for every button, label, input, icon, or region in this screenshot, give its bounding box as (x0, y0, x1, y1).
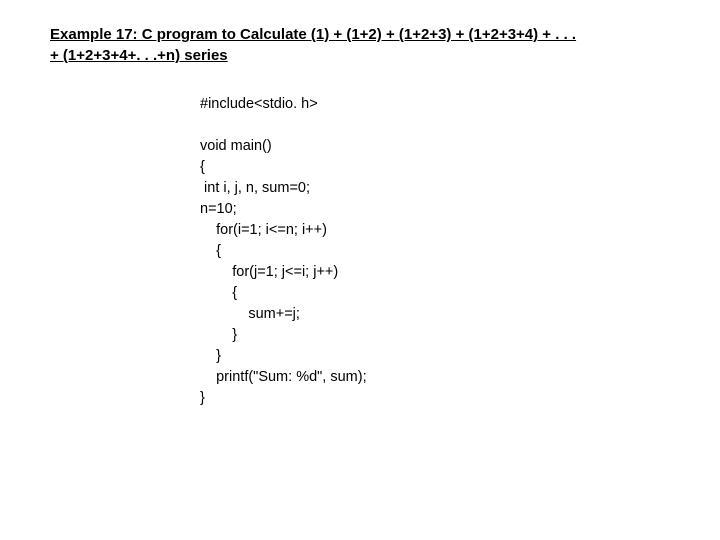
code-listing: #include<stdio. h> void main() { int i, … (200, 94, 670, 409)
heading-line-2: + (1+2+3+4+. . .+n) series (50, 47, 228, 64)
example-heading: Example 17: C program to Calculate (1) +… (50, 24, 670, 66)
heading-line-1: Example 17: C program to Calculate (1) +… (50, 26, 576, 43)
